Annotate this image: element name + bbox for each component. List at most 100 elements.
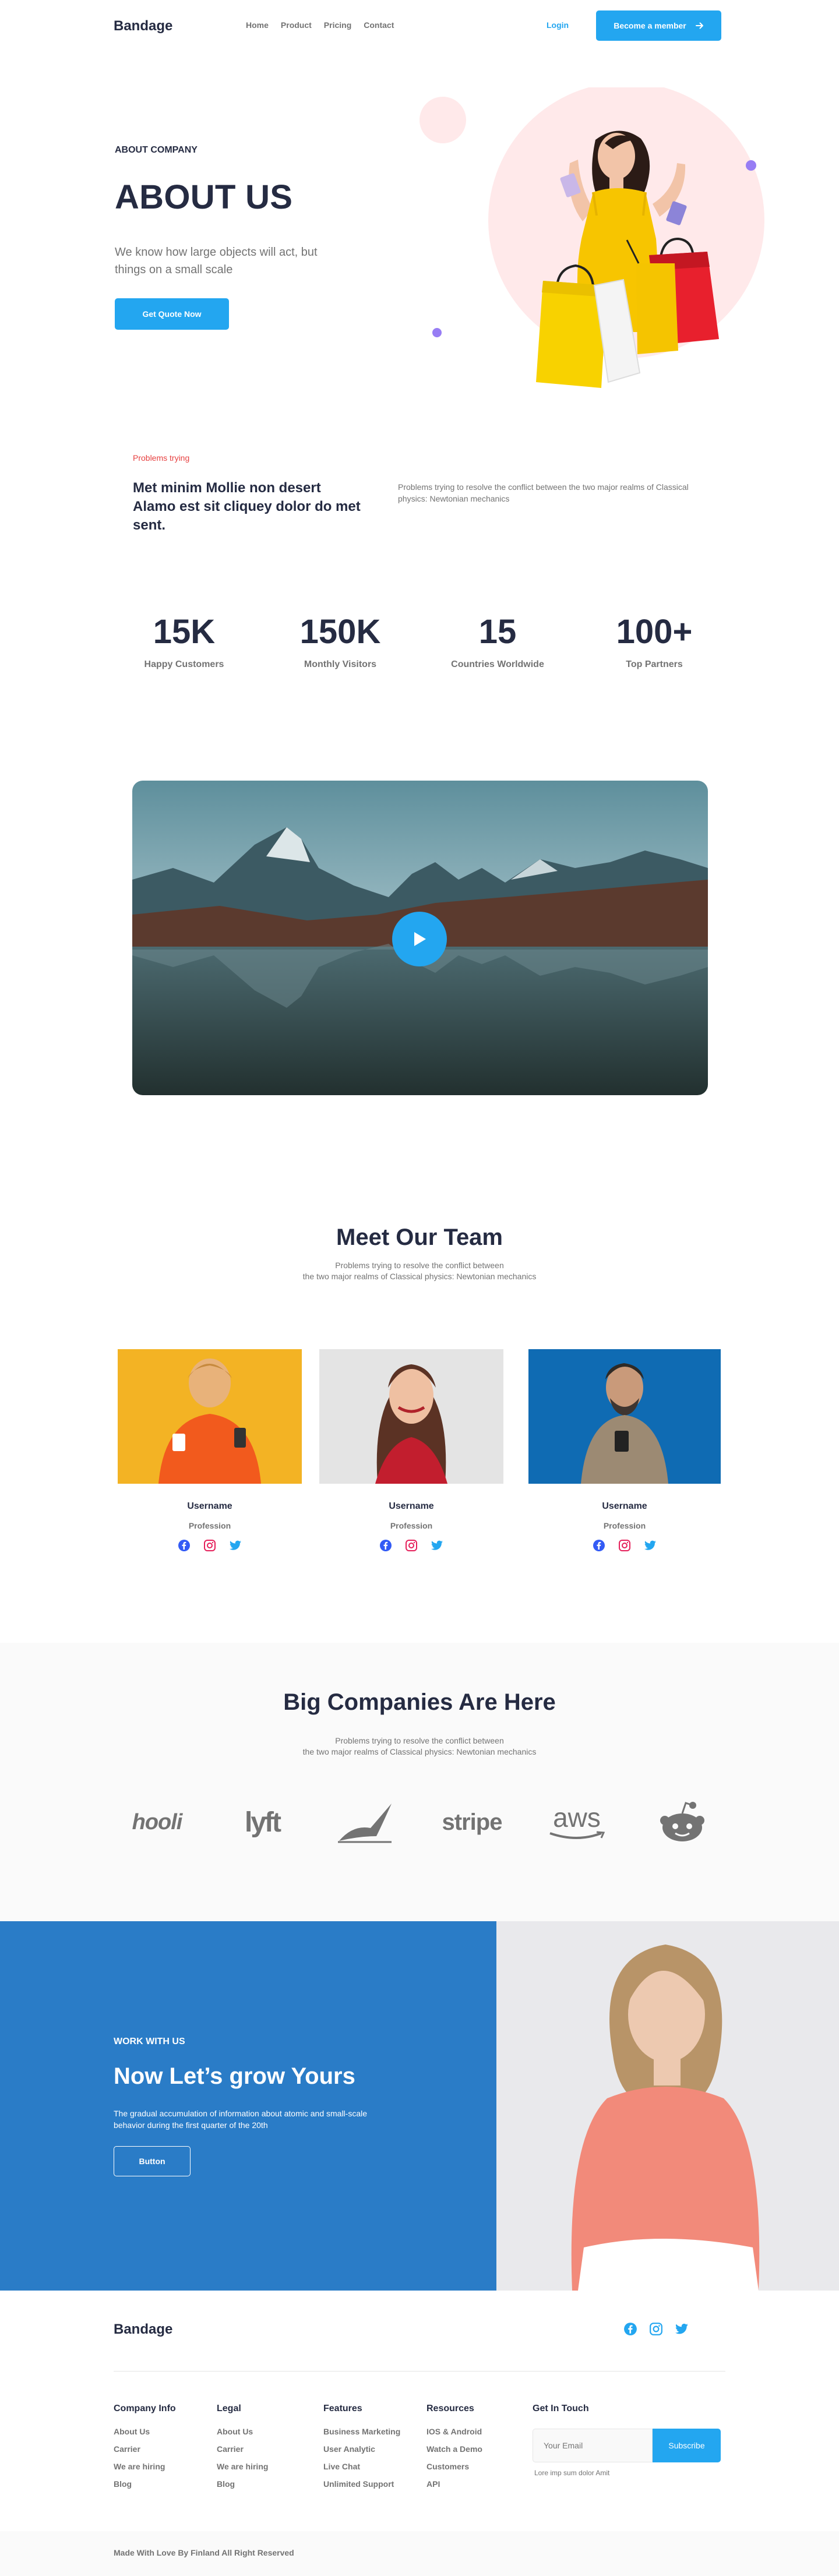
become-member-button[interactable]: Become a member [596,10,721,41]
team-member-card: Username Profession [118,1349,302,1552]
work-button[interactable]: Button [114,2146,191,2176]
team-member-card: Username Profession [528,1349,721,1552]
footer-bottom-bar: Made With Love By Finland All Right Rese… [0,2531,839,2576]
facebook-icon[interactable] [379,1538,393,1552]
team-member-profession: Profession [390,1521,433,1530]
instagram-icon[interactable] [203,1538,217,1552]
piedpiper-logo [333,1799,397,1845]
footer-link[interactable]: We are hiring [114,2462,176,2471]
team-member-name: Username [389,1501,434,1511]
team-member-profession: Profession [603,1521,646,1530]
stat-happy-customers: 15K Happy Customers [126,612,242,670]
facebook-icon[interactable] [592,1538,606,1552]
stat-label: Countries Worldwide [451,659,544,669]
footer-link[interactable]: Blog [114,2479,176,2489]
twitter-icon[interactable] [643,1538,657,1552]
footer-column-title: Company Info [114,2404,176,2413]
hero-illustration [420,87,764,388]
footer-column-title: Resources [426,2404,474,2413]
decor-dot-purple-left [432,328,442,337]
footer-link[interactable]: Unlimited Support [323,2479,400,2489]
team-member-name: Username [602,1501,647,1511]
facebook-icon[interactable] [177,1538,191,1552]
team-subtitle-line1: Problems trying to resolve the conflict … [335,1261,504,1270]
instagram-icon[interactable] [404,1538,418,1552]
stat-countries: 15 Countries Worldwide [439,612,556,670]
decor-circle-pink-small [420,97,466,143]
footer-link[interactable]: IOS & Android [426,2427,482,2436]
footer-brand[interactable]: Bandage [114,2321,172,2338]
email-note: Lore imp sum dolor Amit [534,2469,610,2477]
team-member-profession: Profession [188,1521,231,1530]
team-member-photo [528,1349,721,1484]
work-text: The gradual accumulation of information … [114,2109,368,2130]
play-button[interactable] [392,912,447,966]
stat-label: Top Partners [626,659,683,669]
footer-column-title: Features [323,2404,362,2413]
footer-column-company-info: Company Info About Us Carrier We are hir… [114,2404,176,2497]
facebook-icon[interactable] [623,2322,637,2336]
twitter-icon[interactable] [228,1538,242,1552]
work-photo [496,1921,839,2291]
team-member-socials [528,1538,721,1552]
login-link[interactable]: Login [547,20,569,30]
reddit-logo [653,1799,711,1845]
nav-product[interactable]: Product [281,20,312,30]
decor-dot-pink-right [742,235,761,253]
footer-link[interactable]: API [426,2479,482,2489]
email-input[interactable] [533,2429,653,2462]
nav-pricing[interactable]: Pricing [324,20,351,30]
footer-link[interactable]: Live Chat [323,2462,400,2471]
team-member-card: Username Profession [319,1349,503,1552]
work-eyebrow: WORK WITH US [114,2037,185,2046]
work-with-us-section: WORK WITH US Now Let’s grow Yours The gr… [0,1921,496,2291]
footer-link[interactable]: About Us [114,2427,176,2436]
instagram-icon[interactable] [649,2322,663,2336]
twitter-icon[interactable] [430,1538,444,1552]
twitter-icon[interactable] [675,2322,689,2336]
man-with-phone-photo [581,1363,668,1484]
hero-title: ABOUT US [115,178,293,216]
footer-link[interactable]: Carrier [217,2444,268,2454]
footer-column-legal: Legal About Us Carrier We are hiring Blo… [217,2404,268,2497]
team-member-photo [118,1349,302,1484]
decor-dot-purple-right [746,160,756,171]
woman-smiling-photo [375,1364,447,1484]
stat-value: 150K [299,613,381,651]
companies-section: Big Companies Are Here Problems trying t… [0,1643,839,1921]
stat-monthly-visitors: 150K Monthly Visitors [282,612,399,670]
footer-link[interactable]: Blog [217,2479,268,2489]
subscribe-button[interactable]: Subscribe [653,2429,721,2462]
footer-link[interactable]: User Analytic [323,2444,400,2454]
footer-link[interactable]: We are hiring [217,2462,268,2471]
companies-title: Big Companies Are Here [283,1689,556,1715]
work-title: Now Let’s grow Yours [114,2063,355,2089]
instagram-icon[interactable] [618,1538,632,1552]
copyright-text: Made With Love By Finland All Right Rese… [114,2548,294,2557]
stat-value: 15 [478,613,517,651]
nav-home[interactable]: Home [246,20,269,30]
arrow-right-icon [695,22,703,29]
team-subtitle-line2: the two major realms of Classical physic… [302,1272,537,1281]
footer-column-features: Features Business Marketing User Analyti… [323,2404,400,2497]
stat-label: Happy Customers [144,659,224,669]
footer-socials [623,2322,689,2336]
footer-link[interactable]: Customers [426,2462,482,2471]
footer-link[interactable]: About Us [217,2427,268,2436]
stat-value: 15K [153,613,216,651]
footer-link[interactable]: Watch a Demo [426,2444,482,2454]
brand-logo[interactable]: Bandage [114,18,172,34]
video-player[interactable] [132,781,708,1095]
woman-pink-sweater-photo [496,1921,839,2291]
footer-link[interactable]: Carrier [114,2444,176,2454]
problems-text: Problems trying to resolve the conflict … [398,482,689,503]
problems-title: Met minim Mollie non desert Alamo est si… [133,480,361,533]
footer-link[interactable]: Business Marketing [323,2427,400,2436]
nav-contact[interactable]: Contact [364,20,394,30]
team-member-photo [319,1349,503,1484]
problems-label: Problems trying [133,453,190,463]
woman-with-coffee-photo [158,1358,261,1484]
get-quote-button[interactable]: Get Quote Now [115,298,229,330]
main-nav: Home Product Pricing Contact [246,20,394,30]
play-icon [414,932,426,946]
